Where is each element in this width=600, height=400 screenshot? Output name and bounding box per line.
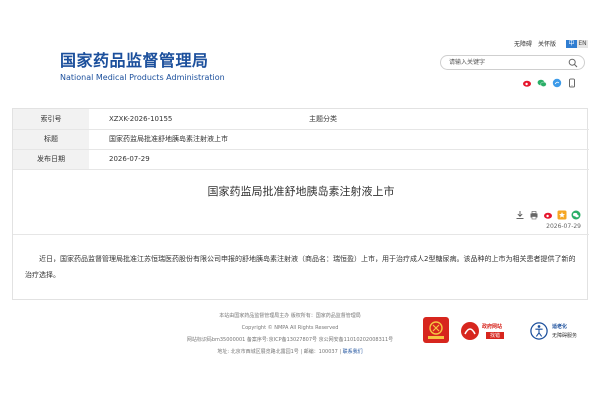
footer-registration: 网站标识码bm35000001 备案序号:京ICP备13027807号 京公网安… [186, 337, 394, 343]
access-title: 适老化 [552, 324, 568, 330]
meta-row-index: 索引号 XZXK-2026-10155 主题分类 [13, 109, 589, 130]
weibo-share-icon[interactable] [543, 205, 553, 219]
print-icon[interactable] [529, 205, 539, 220]
weibo-icon[interactable] [522, 73, 532, 87]
index-label: 索引号 [13, 109, 89, 130]
article-tools [515, 205, 581, 220]
footer-address-text: 地址: 北京市西城区展览路北露园1号 | 邮编：100037 | [217, 349, 342, 355]
meta-row-date: 发布日期 2026-07-29 [13, 149, 589, 170]
wechat-icon[interactable] [537, 73, 547, 87]
index-value: XZXK-2026-10155 [89, 109, 284, 130]
elder-care-link[interactable]: 关怀版 [538, 39, 556, 48]
meta-row-title: 标题 国家药监局批准舒地胰岛素注射液上市 [13, 129, 589, 150]
lang-chinese-button[interactable]: 中 [566, 39, 578, 48]
article-container: 索引号 XZXK-2026-10155 主题分类 标题 国家药监局批准舒地胰岛素… [12, 108, 589, 300]
title-value: 国家药监局批准舒地胰岛素注射液上市 [89, 129, 589, 150]
accessibility-link[interactable]: 无障碍 [514, 39, 532, 48]
category-label: 主题分类 [284, 109, 362, 130]
logo-chinese-name: 国家药品监督管理局 [60, 51, 209, 70]
site-header: 国家药品监督管理局 National Medical Products Admi… [0, 0, 600, 92]
search-input[interactable] [449, 57, 559, 68]
date-value: 2026-07-29 [89, 149, 589, 170]
category-value [362, 109, 589, 130]
mini-program-icon[interactable] [552, 73, 562, 88]
accessibility-icon [530, 322, 548, 340]
article-body: 近日，国家药品监督管理局批准江苏恒瑞医药股份有限公司申报的舒地胰岛素注射液（商品… [25, 255, 576, 279]
gov-badge-title: 政府网站 [482, 324, 503, 330]
site-logo[interactable]: 国家药品监督管理局 National Medical Products Admi… [60, 47, 225, 82]
footer-sponsor: 本站由国家药品监督管理局主办 版权所有：国家药品监督管理局 [219, 313, 361, 319]
top-links: 无障碍 关怀版 中 EN [514, 39, 589, 48]
party-government-badge-icon[interactable] [422, 316, 450, 344]
footer-copyright: Copyright © NMPA All Rights Reserved [241, 325, 339, 331]
gov-website-error-report[interactable]: 政府网站 找错 [460, 320, 514, 342]
contact-us-link[interactable]: 联系我们 [343, 349, 363, 355]
lang-english-button[interactable]: EN [577, 39, 589, 48]
favorite-star-icon[interactable] [557, 205, 567, 220]
download-icon[interactable] [515, 205, 525, 219]
search-icon[interactable] [568, 58, 578, 68]
footer-address: 地址: 北京市西城区展览路北露园1号 | 邮编：100037 | 联系我们 [150, 346, 430, 358]
footer-info: 本站由国家药品监督管理局主办 版权所有：国家药品监督管理局 Copyright … [150, 310, 430, 358]
gov-badge-sub: 找错 [486, 332, 505, 339]
search-box [440, 55, 585, 70]
access-sub: 无障碍服务 [552, 333, 578, 339]
accessibility-service-badge[interactable]: 适老化 无障碍服务 [530, 320, 590, 342]
title-label: 标题 [13, 129, 89, 150]
site-footer: 本站由国家药品监督管理局主办 版权所有：国家药品监督管理局 Copyright … [0, 302, 600, 400]
logo-english-name: National Medical Products Administration [60, 73, 225, 82]
mobile-app-icon[interactable] [567, 73, 577, 88]
language-toggle[interactable]: 中 EN [566, 39, 589, 48]
article-meta-table: 索引号 XZXK-2026-10155 主题分类 标题 国家药监局批准舒地胰岛素… [13, 109, 589, 170]
gov-website-icon [461, 322, 479, 340]
date-label: 发布日期 [13, 149, 89, 170]
publish-date: 2026-07-29 [13, 223, 589, 235]
social-links [522, 73, 577, 88]
wechat-share-icon[interactable] [571, 205, 581, 220]
article-title: 国家药监局批准舒地胰岛素注射液上市 [207, 185, 395, 198]
